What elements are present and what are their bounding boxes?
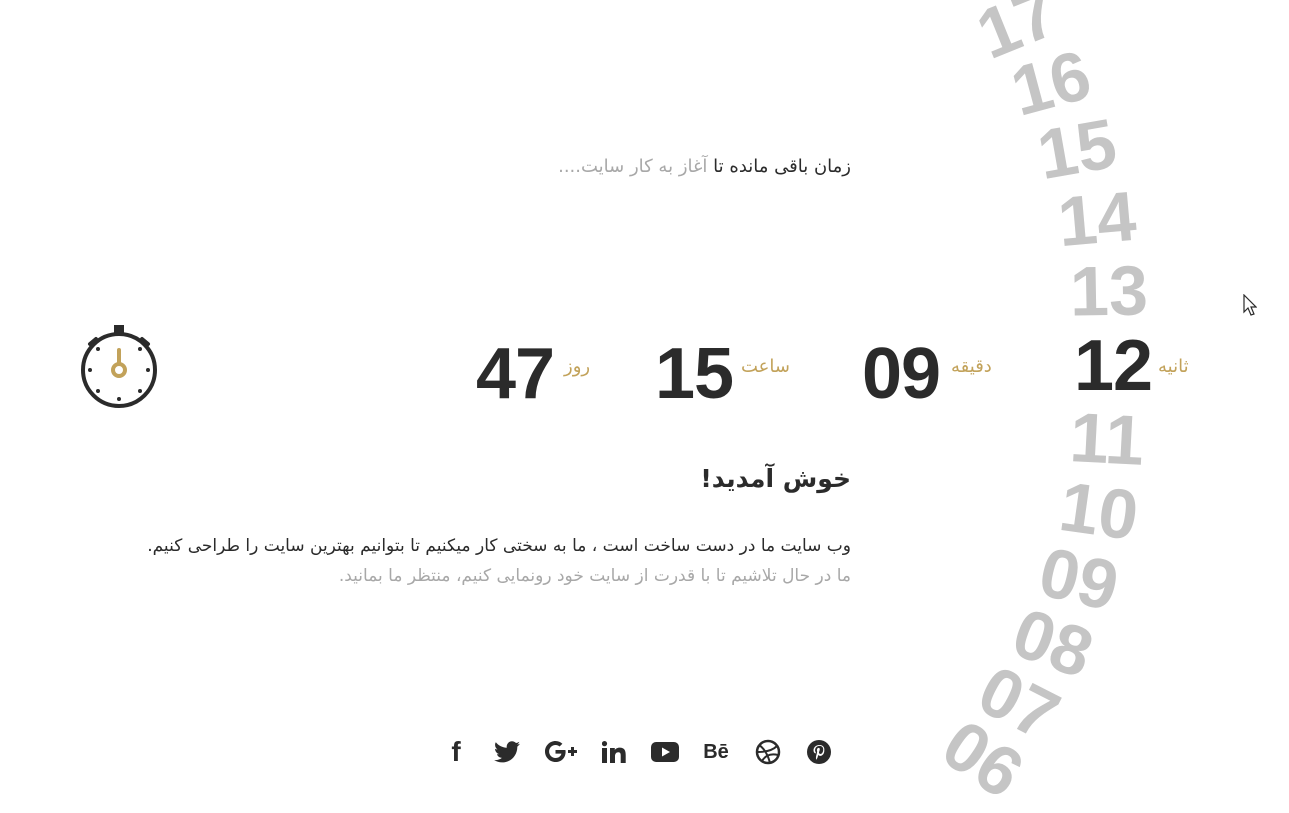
dribbble-icon[interactable] [753,736,783,768]
minutes-value: 09 [862,334,941,414]
behance-icon[interactable]: Bē [700,736,732,768]
minutes-label: دقیقه [951,356,992,377]
google-plus-icon[interactable] [544,736,578,768]
days-label: روز [564,356,591,377]
seconds-value: 12 [1074,326,1153,406]
subtitle-light-text: آغاز به کار سایت.... [558,156,708,177]
pinterest-icon[interactable] [804,736,834,768]
behance-glyph: Bē [703,740,729,763]
youtube-icon[interactable] [650,736,680,768]
welcome-line-2: ما در حال تلاشیم تا با قدرت از سایت خود … [338,566,851,586]
countdown-subtitle: زمان باقی مانده تا آغاز به کار سایت.... [558,156,851,177]
facebook-icon[interactable]: f [446,736,466,768]
facebook-glyph: f [451,736,461,767]
rolling-number: 11 [1068,398,1146,480]
cursor-icon [1243,293,1258,320]
subtitle-dark-word: تا [713,156,724,177]
hours-value: 15 [655,334,734,414]
welcome-title: خوش آمدید! [700,464,851,493]
welcome-body: وب سایت ما در دست ساخت است ، ما به سختی … [129,529,851,589]
subtitle-dark-text: زمان باقی مانده [729,156,851,177]
twitter-icon[interactable] [492,736,522,768]
rolling-number: 14 [1054,176,1140,262]
stopwatch-icon [78,322,162,412]
linkedin-icon[interactable] [600,736,628,768]
days-value: 47 [476,334,555,414]
rolling-number: 13 [1069,251,1149,331]
welcome-line-1: وب سایت ما در دست ساخت است ، ما به سختی … [147,536,851,556]
hours-label: ساعت [741,356,790,377]
social-links: f Bē [440,736,840,768]
seconds-label: ثانیه [1158,356,1189,377]
